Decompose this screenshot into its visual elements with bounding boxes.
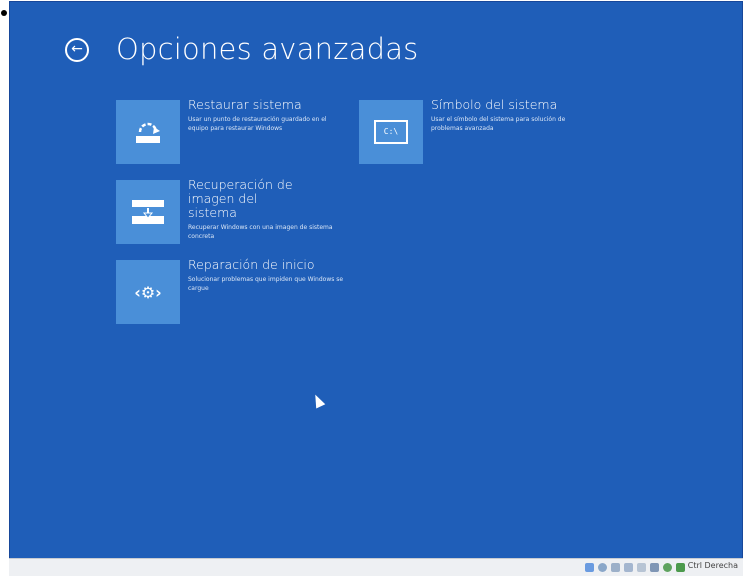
list-bullet xyxy=(1,10,7,16)
command-prompt-icon: C:\ xyxy=(359,100,423,164)
system-image-icon xyxy=(116,180,180,244)
tile-description: Solucionar problemas que impiden que Win… xyxy=(188,276,344,292)
tile-description: Usar un punto de restauración guardado e… xyxy=(188,116,327,132)
tile-title: Símbolo del sistema xyxy=(431,97,558,112)
restore-icon xyxy=(116,100,180,164)
usb-icon[interactable] xyxy=(611,563,620,572)
tile-title: Reparación de inicio xyxy=(188,257,315,272)
tile-title: Restaurar sistema xyxy=(188,97,302,112)
tile-simbolo-del-sistema[interactable]: C:\ Símbolo del sistema Usar el símbolo … xyxy=(359,97,591,164)
tile-restaurar-sistema[interactable]: Restaurar sistema Usar un punto de resta… xyxy=(116,97,348,164)
page-title: Opciones avanzadas xyxy=(116,32,419,66)
command-prompt-text: C:\ xyxy=(374,120,408,144)
mouse-integration-icon[interactable] xyxy=(676,563,685,572)
shared-folder-icon[interactable] xyxy=(624,563,633,572)
host-key-label: Ctrl Derecha xyxy=(687,561,738,570)
optical-drive-icon[interactable] xyxy=(598,563,607,572)
tile-description: Recuperar Windows con una imagen de sist… xyxy=(188,224,333,240)
network-icon[interactable] xyxy=(663,563,672,572)
startup-repair-icon: ‹⚙› xyxy=(116,260,180,324)
vm-screen: ← Opciones avanzadas Restaurar sistema U… xyxy=(9,1,743,559)
tile-title: Recuperación de imagen del sistema xyxy=(188,177,293,220)
display-icon[interactable] xyxy=(637,563,646,572)
video-capture-icon[interactable] xyxy=(650,563,659,572)
vm-status-bar: Ctrl Derecha xyxy=(9,558,743,576)
tile-description: Usar el símbolo del sistema para solució… xyxy=(431,116,566,132)
status-icons xyxy=(585,563,685,572)
tile-recuperacion-imagen[interactable]: Recuperación de imagen del sistema Recup… xyxy=(116,177,348,244)
startup-repair-glyph: ‹⚙› xyxy=(134,282,162,302)
mouse-cursor-icon xyxy=(310,392,326,409)
tile-reparacion-de-inicio[interactable]: ‹⚙› Reparación de inicio Solucionar prob… xyxy=(116,257,348,324)
hard-disk-icon[interactable] xyxy=(585,563,594,572)
back-arrow-icon[interactable]: ← xyxy=(65,38,89,62)
